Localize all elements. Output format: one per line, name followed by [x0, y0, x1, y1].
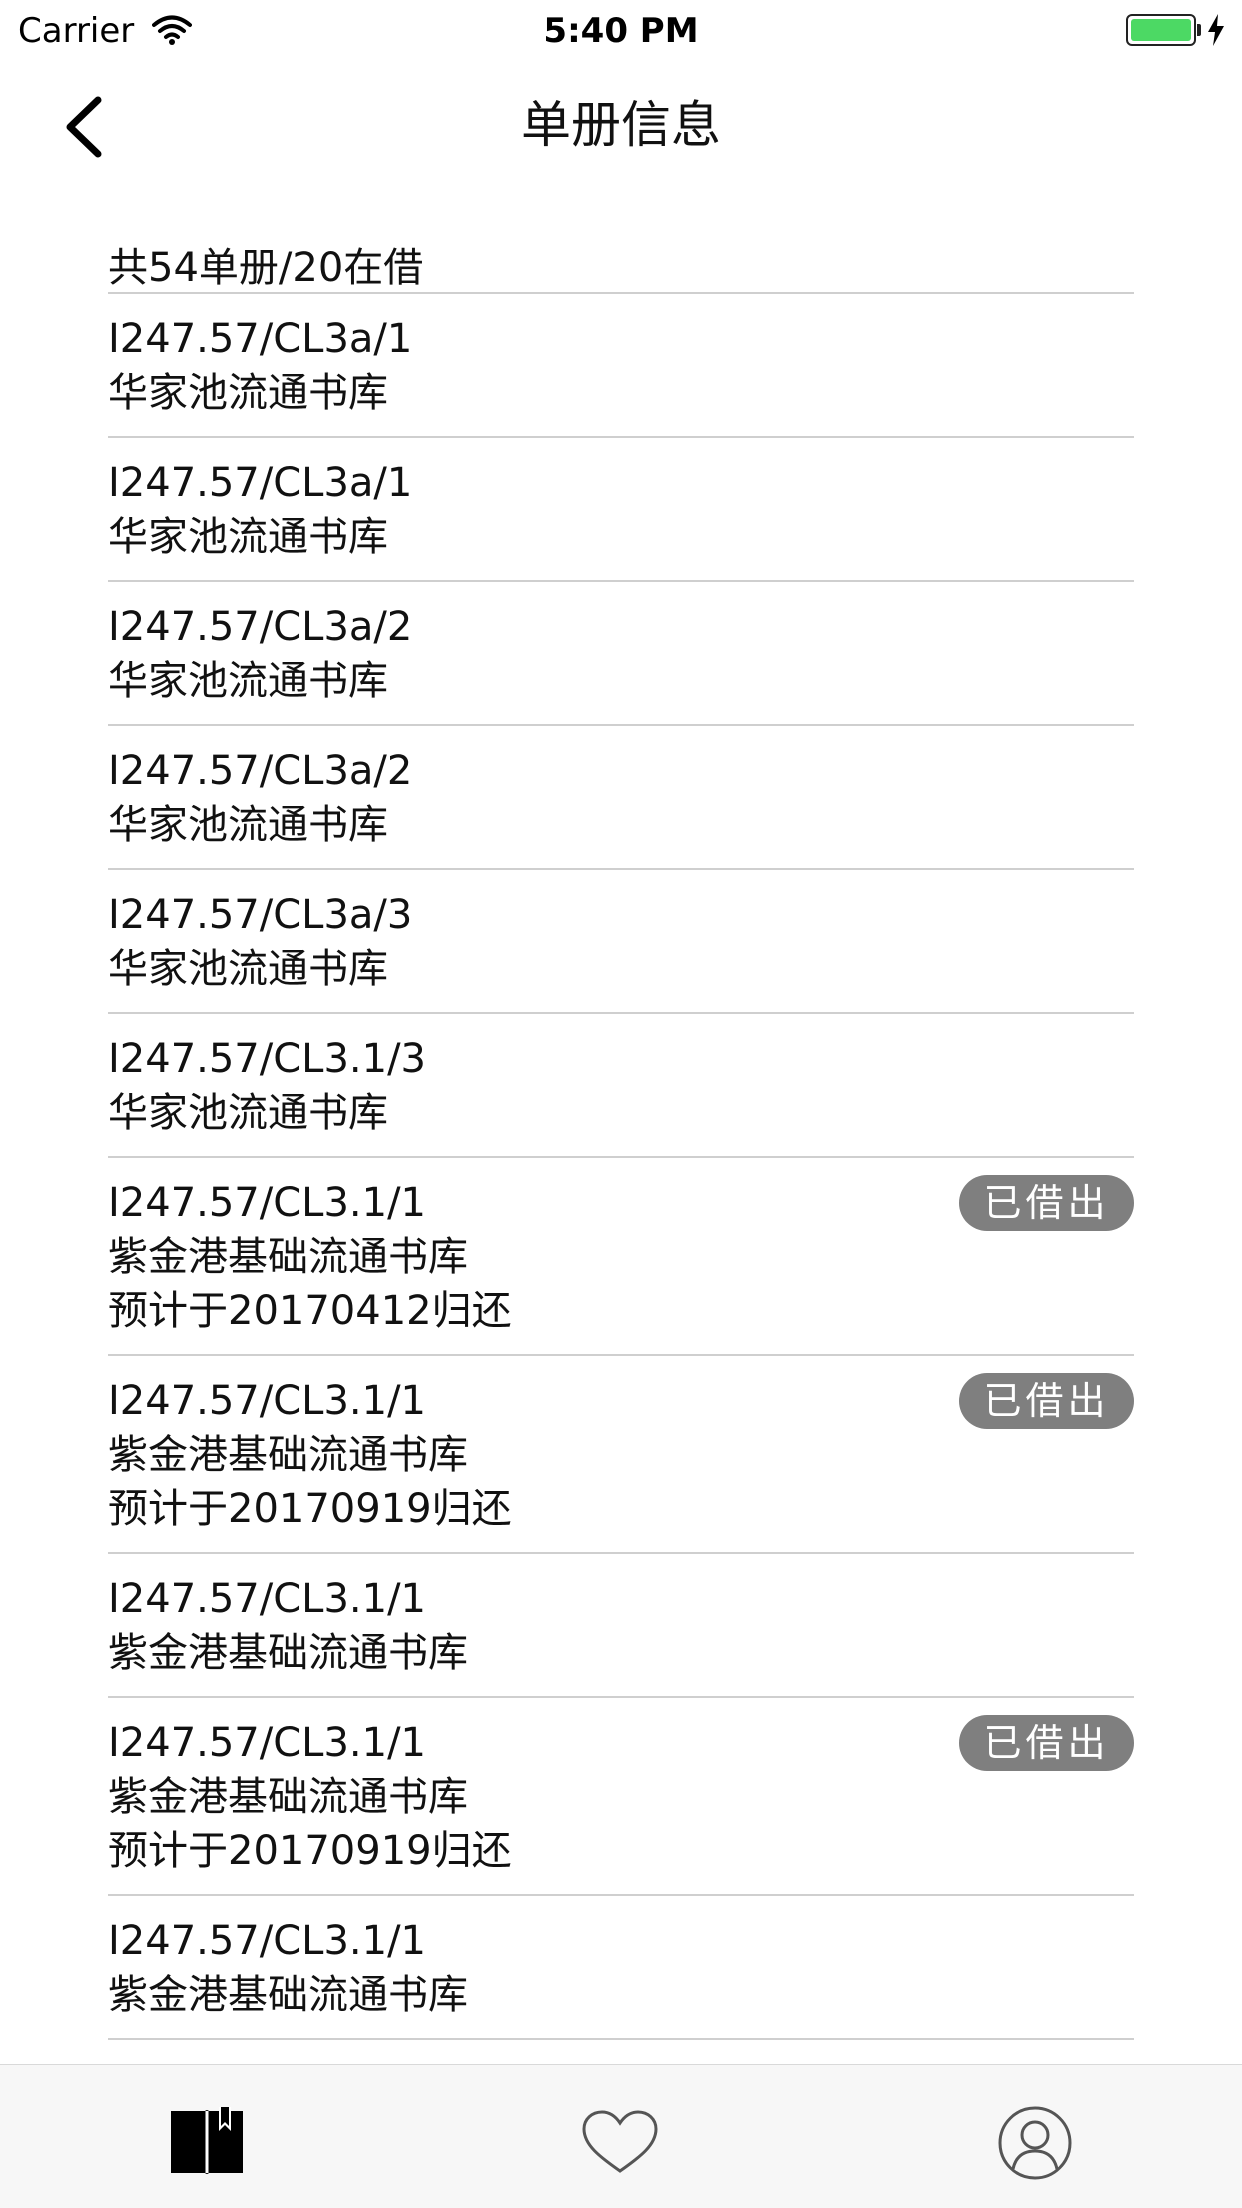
tab-books[interactable]	[137, 2065, 277, 2208]
status-badge: 已借出	[959, 1715, 1134, 1771]
call-number: I247.57/CL3a/2	[108, 604, 413, 650]
copy-row[interactable]: I247.57/CL3.1/1 紫金港基础流通书库	[108, 1896, 1134, 2040]
copy-row[interactable]: I247.57/CL3a/3 华家池流通书库	[108, 870, 1134, 1014]
tab-profile[interactable]	[965, 2065, 1105, 2208]
battery-icon	[1126, 14, 1196, 46]
library-location: 紫金港基础流通书库	[108, 1972, 468, 2018]
call-number: I247.57/CL3a/2	[108, 748, 413, 794]
due-date: 预计于20170919归还	[108, 1486, 512, 1532]
library-location: 紫金港基础流通书库	[108, 1774, 468, 1820]
copy-row[interactable]: I247.57/CL3a/1 华家池流通书库	[108, 438, 1134, 582]
navigation-bar: 单册信息	[0, 62, 1242, 190]
call-number: I247.57/CL3.1/3	[108, 1036, 426, 1082]
library-location: 华家池流通书库	[108, 370, 388, 416]
battery-level	[1131, 19, 1191, 41]
copy-row[interactable]: I247.57/CL3.1/1 紫金港基础流通书库 预计于20170919归还 已借出	[108, 1698, 1134, 1896]
status-bar: Carrier 5:40 PM	[0, 0, 1242, 62]
copy-row[interactable]: I247.57/CL3.1/1 紫金港基础流通书库 预计于20170412归还 已借出	[108, 1158, 1134, 1356]
due-date: 预计于20170412归还	[108, 1288, 512, 1334]
library-location: 紫金港基础流通书库	[108, 1432, 468, 1478]
copy-row[interactable]: I247.57/CL3.1/1 紫金港基础流通书库 预计于20170919归还 已借出	[108, 1356, 1134, 1554]
charging-bolt-icon	[1208, 14, 1224, 46]
call-number: I247.57/CL3a/3	[108, 892, 413, 938]
library-location: 华家池流通书库	[108, 802, 388, 848]
tab-bar	[0, 2064, 1242, 2208]
tab-favorites[interactable]	[550, 2065, 690, 2208]
status-badge: 已借出	[959, 1175, 1134, 1231]
book-icon	[171, 2107, 243, 2174]
copy-row[interactable]: I247.57/CL3.1/3 华家池流通书库	[108, 1014, 1134, 1158]
copies-summary: 共54单册/20在借	[108, 235, 1134, 294]
call-number: I247.57/CL3.1/1	[108, 1918, 426, 1964]
call-number: I247.57/CL3a/1	[108, 316, 413, 362]
battery-cap	[1197, 24, 1201, 36]
library-location: 华家池流通书库	[108, 658, 388, 704]
library-location: 紫金港基础流通书库	[108, 1234, 468, 1280]
page-title: 单册信息	[521, 96, 721, 154]
due-date: 预计于20170919归还	[108, 1828, 512, 1874]
call-number: I247.57/CL3.1/1	[108, 1576, 426, 1622]
library-location: 华家池流通书库	[108, 946, 388, 992]
library-location: 华家池流通书库	[108, 514, 388, 560]
copy-row[interactable]: I247.57/CL3.1/1 紫金港基础流通书库	[108, 1554, 1134, 1698]
status-badge: 已借出	[959, 1373, 1134, 1429]
copies-list: 共54单册/20在借 I247.57/CL3a/1 华家池流通书库 I247.57/…	[108, 235, 1134, 2040]
screen: Carrier 5:40 PM 单册信息 共54单册/20在借 I247.57/…	[0, 0, 1242, 2208]
copy-row[interactable]: I247.57/CL3a/2 华家池流通书库	[108, 726, 1134, 870]
library-location: 紫金港基础流通书库	[108, 1630, 468, 1676]
copies-items: I247.57/CL3a/1 华家池流通书库 I247.57/CL3a/1 华家池流通…	[108, 294, 1134, 2040]
status-time: 5:40 PM	[543, 11, 699, 51]
copy-row[interactable]: I247.57/CL3a/2 华家池流通书库	[108, 582, 1134, 726]
copy-row[interactable]: I247.57/CL3a/1 华家池流通书库	[108, 294, 1134, 438]
call-number: I247.57/CL3a/1	[108, 460, 413, 506]
heart-icon	[582, 2110, 658, 2173]
library-location: 华家池流通书库	[108, 1090, 388, 1136]
user-icon	[998, 2106, 1072, 2180]
